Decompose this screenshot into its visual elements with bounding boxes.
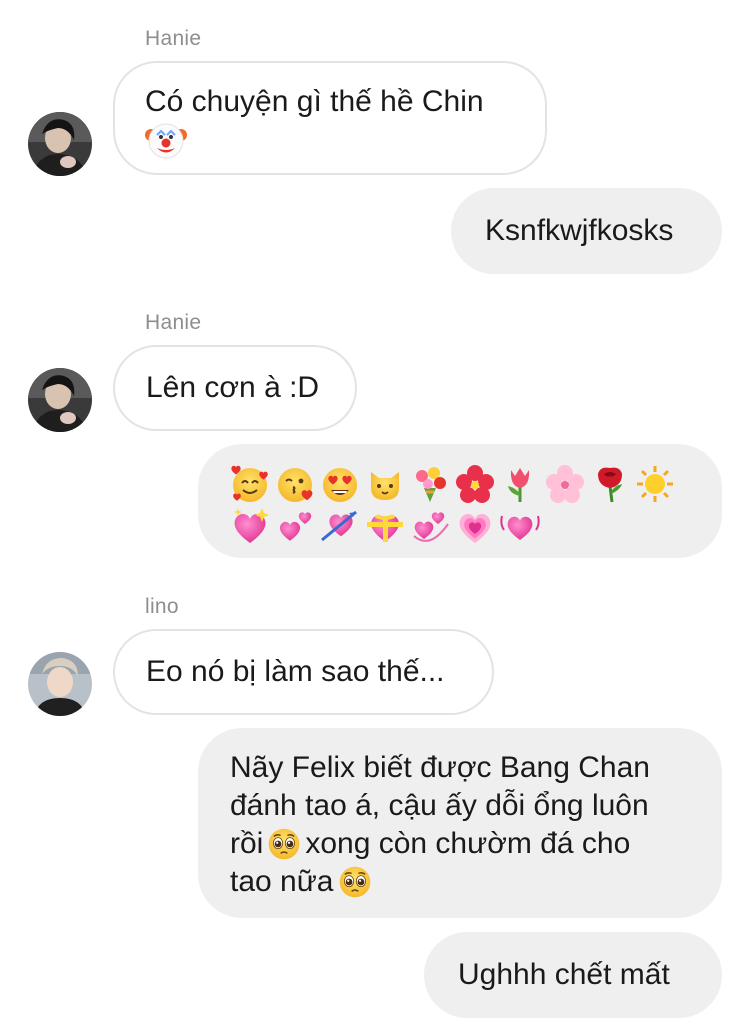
message-bubble-incoming[interactable]: Eo nó bị làm sao thế... <box>113 629 494 715</box>
hibiscus-icon <box>456 465 494 503</box>
two-hearts-icon <box>279 512 312 541</box>
cherry-blossom-icon <box>546 465 584 503</box>
avatar-hanie[interactable] <box>28 368 92 432</box>
cat-face-icon <box>371 472 399 500</box>
smiling-face-with-hearts-icon <box>231 465 268 502</box>
message-text-line-4: tao nữa <box>230 863 690 901</box>
emoji-row <box>230 505 690 547</box>
heart-with-ribbon-icon <box>367 514 403 542</box>
message-text-line-2: đánh tao á, cậu ấy dỗi ổng luôn <box>230 789 649 822</box>
message-text: Ughhh chết mất <box>458 958 670 991</box>
clown-face-icon <box>145 123 187 159</box>
beating-heart-icon <box>500 515 540 540</box>
sender-name-hanie: Hanie <box>145 27 202 50</box>
emoji-row <box>230 463 690 505</box>
message-text: Eo nó bị làm sao thế... <box>146 655 445 688</box>
avatar-hanie[interactable] <box>28 112 92 176</box>
message-bubble-incoming[interactable]: Có chuyện gì thế hề Chin <box>113 61 547 175</box>
avatar-lino[interactable] <box>28 652 92 716</box>
message-bubble-outgoing[interactable]: Ughhh chết mất <box>424 932 722 1018</box>
pleading-face-icon <box>269 828 300 860</box>
bouquet-icon <box>416 467 446 502</box>
message-bubble-outgoing[interactable]: Nãy Felix biết được Bang Chan đánh tao á… <box>198 728 722 918</box>
revolving-hearts-icon <box>413 512 449 542</box>
sun-icon <box>637 466 673 502</box>
avatar-image <box>28 112 92 176</box>
heart-with-arrow-icon <box>321 510 357 542</box>
message-bubble-incoming[interactable]: Lên cơn à :D <box>113 345 357 431</box>
avatar-image <box>28 368 92 432</box>
message-text: Ksnfkwjfkosks <box>485 214 674 247</box>
sparkling-heart-icon <box>234 508 269 543</box>
message-text: Có chuyện gì thế hề Chin <box>145 85 484 118</box>
sender-name-hanie: Hanie <box>145 311 202 334</box>
message-text-fragment: rồi <box>230 827 264 860</box>
message-text-line-3: rồi xong còn chườm đá cho <box>230 825 690 863</box>
tulip-icon <box>508 468 530 502</box>
avatar-image <box>28 652 92 716</box>
message-bubble-outgoing[interactable]: Ksnfkwjfkosks <box>451 188 722 274</box>
face-blowing-kiss-icon <box>278 468 313 502</box>
heart-eyes-icon <box>323 468 357 502</box>
message-text: Lên cơn à :D <box>146 371 320 404</box>
message-text-fragment: tao nữa <box>230 865 334 898</box>
growing-heart-icon <box>459 513 491 543</box>
message-bubble-outgoing-emoji[interactable] <box>198 444 722 558</box>
pleading-face-icon <box>339 866 370 898</box>
message-text-fragment: xong còn chườm đá cho <box>305 827 631 860</box>
message-text-line-1: Nãy Felix biết được Bang Chan <box>230 751 650 784</box>
sender-name-lino: lino <box>145 595 179 618</box>
rose-icon <box>598 467 622 503</box>
